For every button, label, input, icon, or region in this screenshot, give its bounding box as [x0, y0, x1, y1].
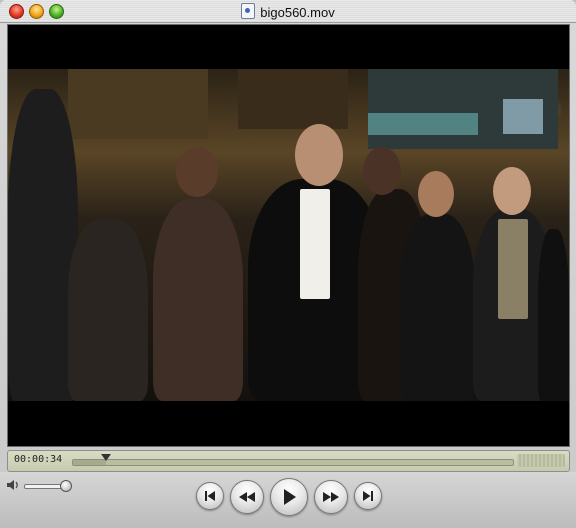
quicktime-window: bigo560.mov 00:00:34 — [0, 0, 576, 528]
man-right-head — [493, 167, 531, 215]
play-icon — [284, 489, 296, 505]
crowd-figure — [538, 229, 569, 401]
rewind-icon — [239, 492, 255, 502]
man-head — [295, 124, 343, 186]
playhead-marker[interactable] — [101, 454, 111, 461]
woman-head — [176, 147, 218, 197]
controls-bar — [0, 472, 576, 528]
woman-in-dress — [153, 199, 243, 401]
title-bar[interactable]: bigo560.mov — [0, 0, 576, 23]
video-area[interactable] — [7, 24, 570, 447]
skip-forward-icon — [363, 491, 373, 501]
background-building — [238, 69, 348, 129]
window-title-text: bigo560.mov — [260, 5, 335, 20]
man-blazer — [400, 214, 475, 401]
woman-dark-head — [363, 147, 401, 195]
tan-shirt — [498, 219, 528, 319]
skip-forward-button[interactable] — [354, 482, 382, 510]
rewind-button[interactable] — [230, 480, 264, 514]
man-blazer-head — [418, 171, 454, 217]
play-button[interactable] — [270, 478, 308, 516]
white-shirt — [300, 189, 330, 299]
volume-slider[interactable] — [24, 480, 72, 492]
fast-forward-button[interactable] — [314, 480, 348, 514]
video-frame — [8, 69, 569, 401]
resize-grip[interactable] — [517, 454, 565, 467]
timeline-scrubber[interactable]: 00:00:34 — [7, 450, 570, 472]
movie-document-icon — [241, 3, 256, 19]
volume-knob[interactable] — [59, 480, 72, 492]
crowd-figure — [68, 219, 148, 401]
background-building — [68, 69, 208, 139]
skip-back-button[interactable] — [196, 482, 224, 510]
lit-sign — [503, 99, 543, 134]
lit-awning — [368, 113, 478, 135]
skip-back-icon — [205, 491, 215, 501]
window-title: bigo560.mov — [0, 3, 576, 20]
fast-forward-icon — [323, 492, 339, 502]
volume-icon[interactable] — [6, 479, 20, 491]
current-time: 00:00:34 — [14, 454, 63, 465]
timeline-track[interactable] — [72, 454, 514, 466]
